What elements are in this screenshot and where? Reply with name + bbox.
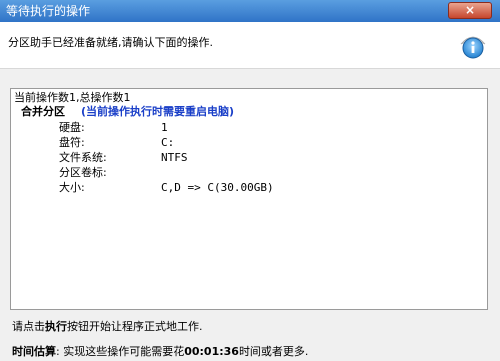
- close-button[interactable]: ×: [448, 2, 492, 19]
- note-action: 执行: [45, 320, 67, 333]
- estimate-prefix: : 实现这些操作可能需要花: [56, 345, 185, 358]
- detail-value: NTFS: [161, 151, 188, 164]
- detail-label: 文件系统:: [59, 151, 107, 164]
- title-bar: 等待执行的操作 ×: [0, 0, 500, 22]
- time-estimate: 时间估算: 实现这些操作可能需要花00:01:36时间或者更多.: [12, 343, 308, 359]
- detail-value: C:: [161, 136, 175, 149]
- operation-title: 合并分区 (当前操作执行时需要重启电脑): [21, 105, 234, 119]
- operation-hint: (当前操作执行时需要重启电脑): [81, 105, 235, 118]
- detail-label: 硬盘:: [59, 121, 85, 134]
- detail-label: 盘符:: [59, 136, 85, 149]
- info-icon: [460, 36, 486, 59]
- execute-note: 请点击执行按钮开始让程序正式地工作.: [12, 318, 203, 334]
- detail-value: C,D => C(30.00GB): [161, 181, 274, 194]
- window-title: 等待执行的操作: [6, 4, 91, 18]
- note-prefix: 请点击: [12, 320, 45, 333]
- detail-label: 分区卷标:: [59, 166, 107, 179]
- dialog-header: 分区助手已经准备就绪,请确认下面的操作.: [0, 22, 500, 69]
- estimate-time: 00:01:36: [184, 345, 239, 358]
- header-text: 分区助手已经准备就绪,请确认下面的操作.: [8, 36, 213, 49]
- estimate-suffix: 时间或者更多.: [238, 345, 309, 358]
- close-icon: ×: [464, 3, 476, 17]
- operation-name: 合并分区: [21, 105, 65, 118]
- operation-summary: 当前操作数1,总操作数1: [14, 91, 131, 104]
- note-suffix: 按钮开始让程序正式地工作.: [67, 320, 203, 333]
- operations-list[interactable]: 当前操作数1,总操作数1 合并分区 (当前操作执行时需要重启电脑) 硬盘: 1 盘…: [10, 88, 488, 310]
- estimate-label: 时间估算: [12, 345, 56, 358]
- detail-value: 1: [161, 121, 168, 134]
- detail-label: 大小:: [59, 181, 85, 194]
